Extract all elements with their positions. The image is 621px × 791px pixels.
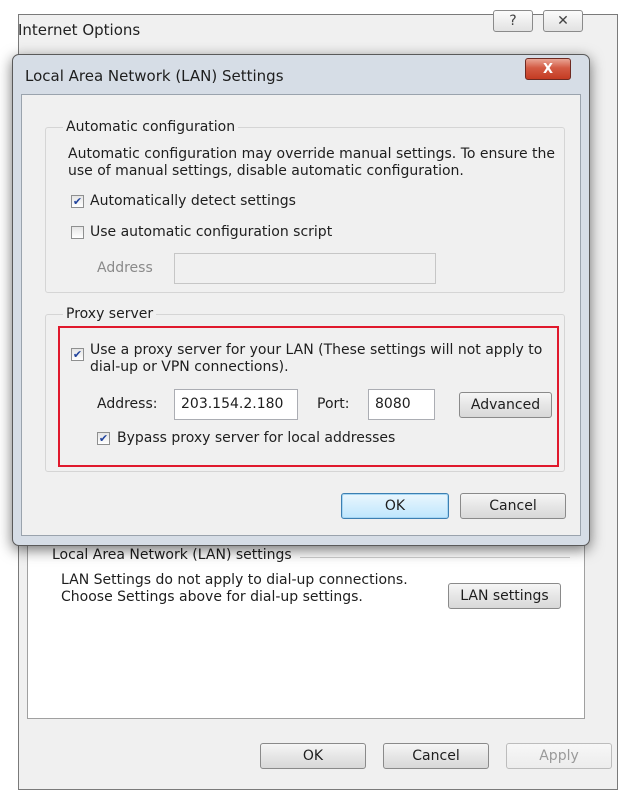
config-script-checkbox[interactable] [71,226,84,239]
lan-settings-description: LAN Settings do not apply to dial-up con… [61,572,408,605]
script-address-label: Address [97,260,153,276]
proxy-address-field[interactable]: 203.154.2.180 [174,389,298,420]
use-proxy-label[interactable]: Use a proxy server for your LAN (These s… [90,342,550,376]
apply-button[interactable]: Apply [506,743,612,769]
bypass-local-label[interactable]: Bypass proxy server for local addresses [117,430,395,447]
proxy-server-title: Proxy server [63,306,157,322]
automatic-configuration-description: Automatic configuration may override man… [68,146,556,179]
close-icon: ✕ [557,13,569,29]
checkmark-icon: ✔ [98,432,109,445]
config-script-label[interactable]: Use automatic configuration script [90,224,332,241]
advanced-button[interactable]: Advanced [459,392,552,418]
group-divider [300,557,570,558]
checkmark-icon: ✔ [72,195,83,208]
checkmark-icon: ✔ [72,348,83,361]
use-proxy-checkbox[interactable]: ✔ [71,348,84,361]
help-button[interactable]: ? [493,10,533,32]
dialog-title: Local Area Network (LAN) Settings [25,67,284,85]
bypass-local-checkbox[interactable]: ✔ [97,432,110,445]
dialog-ok-button[interactable]: OK [341,493,449,519]
proxy-port-label: Port: [317,396,350,412]
auto-detect-label[interactable]: Automatically detect settings [90,193,296,210]
dialog-cancel-button[interactable]: Cancel [460,493,566,519]
proxy-port-field[interactable]: 8080 [368,389,435,420]
window-close-button[interactable]: ✕ [543,10,583,32]
window-title: Internet Options [18,21,141,39]
script-address-field [174,253,436,284]
automatic-configuration-title: Automatic configuration [63,119,239,135]
help-icon: ? [509,13,517,29]
close-icon: X [542,61,554,77]
lan-settings-group-label: Local Area Network (LAN) settings [52,547,298,563]
parent-ok-button[interactable]: OK [260,743,366,769]
dialog-close-button[interactable]: X [525,58,571,80]
auto-detect-checkbox[interactable]: ✔ [71,195,84,208]
lan-settings-button[interactable]: LAN settings [448,583,561,609]
proxy-address-label: Address: [97,396,158,412]
parent-cancel-button[interactable]: Cancel [383,743,489,769]
